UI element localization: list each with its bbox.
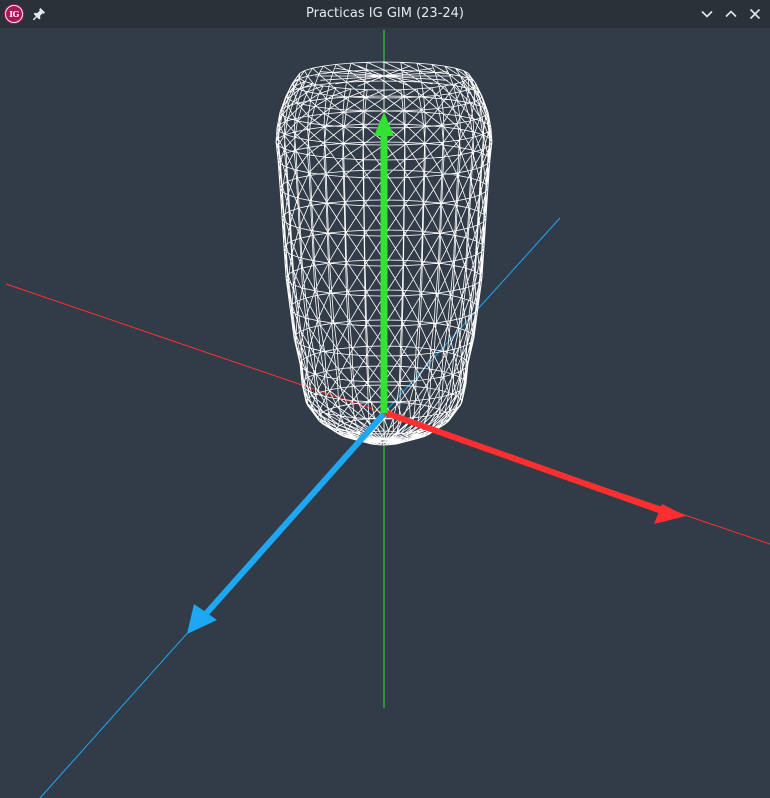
app-logo-text: IG (6, 6, 22, 22)
pin-icon[interactable] (31, 6, 47, 22)
minimize-button[interactable] (698, 5, 716, 23)
z-axis-arrow-shaft (201, 413, 385, 619)
chevron-up-icon (725, 10, 737, 18)
close-button[interactable] (746, 5, 764, 23)
title-bar[interactable]: IG Practicas IG GIM (23-24) (0, 0, 770, 28)
app-window: IG Practicas IG GIM (23-24) (0, 0, 770, 798)
x-axis-line-neg (5, 283, 385, 414)
z-axis-line-neg (383, 217, 561, 414)
close-icon (749, 8, 761, 20)
chevron-down-icon (701, 10, 713, 18)
gl-viewport[interactable] (0, 28, 770, 798)
x-axis-arrow-shaft (383, 410, 665, 514)
maximize-button[interactable] (722, 5, 740, 23)
window-title: Practicas IG GIM (23-24) (305, 6, 464, 21)
app-logo-icon[interactable]: IG (4, 4, 24, 24)
scene-canvas[interactable] (0, 28, 770, 798)
